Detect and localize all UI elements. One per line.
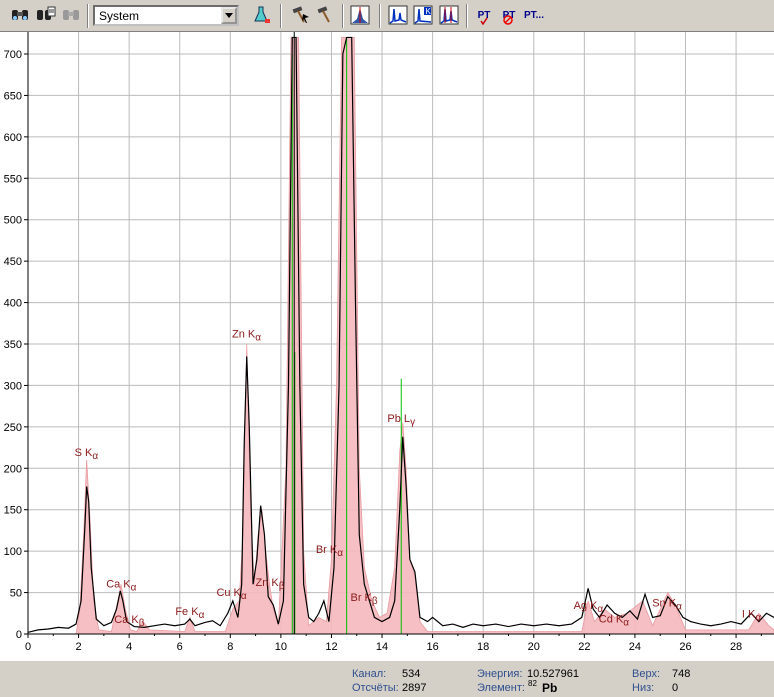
x-tick-label: 0 xyxy=(25,641,31,653)
peak-label: I Kα xyxy=(742,608,761,623)
y-tick-label: 700 xyxy=(4,49,22,61)
spectrum-marked-icon[interactable] xyxy=(438,4,460,26)
toolbar-separator xyxy=(87,4,89,28)
y-tick-label: 100 xyxy=(4,546,22,558)
y-tick-label: 350 xyxy=(4,339,22,351)
pt-no-icon[interactable]: PT xyxy=(497,4,521,26)
x-tick-label: 12 xyxy=(325,641,337,653)
channel-label: Канал: xyxy=(352,668,387,680)
element-symbol: Pb xyxy=(542,681,558,695)
y-tick-label: 550 xyxy=(4,173,22,185)
x-tick-label: 22 xyxy=(578,641,590,653)
y-tick-label: 0 xyxy=(16,629,22,641)
y-tick-label: 450 xyxy=(4,256,22,268)
x-tick-label: 28 xyxy=(730,641,742,653)
channel-value: 534 xyxy=(402,668,421,680)
spectrum-k-icon[interactable]: K xyxy=(412,4,434,26)
toolbar-separator xyxy=(342,4,344,28)
y-tick-label: 400 xyxy=(4,298,22,310)
x-tick-label: 2 xyxy=(76,641,82,653)
y-tick-label: 500 xyxy=(4,215,22,227)
toolbar-separator xyxy=(466,4,468,28)
binoculars-icon[interactable] xyxy=(9,4,31,26)
peak-icon[interactable] xyxy=(349,4,371,26)
pt-check-icon[interactable]: PT xyxy=(472,4,496,26)
profile-select[interactable]: System xyxy=(93,5,239,26)
y-tick-label: 150 xyxy=(4,505,22,517)
y-tick-label: 200 xyxy=(4,463,22,475)
x-tick-label: 6 xyxy=(177,641,183,653)
hammer-icon[interactable] xyxy=(314,4,336,26)
svg-text:K: K xyxy=(426,7,432,16)
y-tick-label: 600 xyxy=(4,132,22,144)
x-tick-label: 20 xyxy=(528,641,540,653)
y-tick-label: 50 xyxy=(10,588,22,600)
x-tick-label: 24 xyxy=(629,641,641,653)
toolbar-separator xyxy=(280,4,282,28)
toolbar-separator xyxy=(379,4,381,28)
hammer-pointer-icon[interactable] xyxy=(289,4,311,26)
y-tick-label: 650 xyxy=(4,90,22,102)
top-value: 748 xyxy=(672,668,691,680)
bottom-label: Низ: xyxy=(632,682,655,694)
toolbar: System K PT PT PT... xyxy=(0,0,774,32)
peak-label: Zn Kα xyxy=(232,328,261,343)
pt-more-label: PT... xyxy=(523,9,544,21)
spectrum-chart[interactable]: 0 50 100 150 200 250 300 350 400 450 500 550 600 650 7… xyxy=(0,32,774,660)
chevron-down-icon[interactable] xyxy=(221,7,237,24)
bottom-value: 0 xyxy=(672,682,679,694)
x-tick-label: 4 xyxy=(126,641,132,653)
counts-value: 2897 xyxy=(402,682,427,694)
binoculars-doc-icon[interactable] xyxy=(35,4,57,26)
y-tick-label: 300 xyxy=(4,380,22,392)
y-tick-label: 250 xyxy=(4,422,22,434)
top-label: Верх: xyxy=(632,668,661,680)
x-tick-label: 16 xyxy=(426,641,438,653)
pt-more-icon[interactable]: PT... xyxy=(520,4,548,26)
flask-icon[interactable] xyxy=(250,4,272,26)
counts-label: Отсчёты: xyxy=(352,682,399,694)
element-number: 82 xyxy=(528,679,537,688)
spectrum-icon[interactable] xyxy=(387,4,409,26)
x-tick-label: 26 xyxy=(679,641,691,653)
x-tick-label: 14 xyxy=(376,641,388,653)
element-label: Элемент: xyxy=(477,682,525,694)
spectrum-plot[interactable]: 0501001502002503003504004505005506006507… xyxy=(0,32,774,660)
status-bar: Канал: 534 Отсчёты: 2897 Энергия: 10.527… xyxy=(0,660,774,697)
x-tick-label: 10 xyxy=(275,641,287,653)
energy-label: Энергия: xyxy=(477,668,523,680)
x-tick-label: 18 xyxy=(477,641,489,653)
binoculars-disabled-icon xyxy=(60,4,82,26)
x-tick-label: 8 xyxy=(227,641,233,653)
profile-select-value: System xyxy=(99,9,140,23)
